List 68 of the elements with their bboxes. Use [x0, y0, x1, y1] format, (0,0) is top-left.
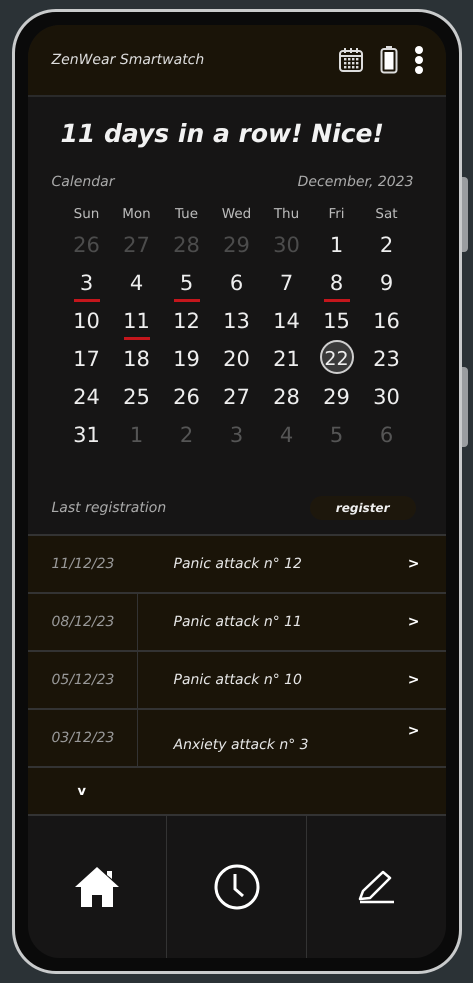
- expand-row[interactable]: v: [28, 768, 446, 816]
- chevron-icon: >: [408, 672, 446, 688]
- calendar-day[interactable]: 21: [270, 344, 304, 374]
- weekday-label: Wed: [220, 206, 252, 222]
- calendar-day[interactable]: 10: [70, 306, 104, 336]
- registration-row[interactable]: 08/12/23 Panic attack n° 11 >: [28, 594, 446, 652]
- calendar-day[interactable]: 5: [170, 268, 204, 298]
- calendar-day[interactable]: 11: [120, 306, 154, 336]
- registration-title: Panic attack n° 10: [172, 672, 303, 688]
- registration-row[interactable]: 03/12/23 Anxiety attack n° 3 >: [28, 710, 446, 768]
- streak-headline: 11 days in a row! Nice!: [60, 119, 385, 148]
- weekday-label: Fri: [327, 206, 346, 222]
- calendar-day[interactable]: 3: [70, 268, 104, 298]
- registration-row[interactable]: 05/12/23 Panic attack n° 10 >: [28, 652, 446, 710]
- battery-icon[interactable]: [380, 46, 398, 74]
- calendar-day[interactable]: 2: [370, 230, 404, 260]
- calendar-day[interactable]: 22: [320, 340, 354, 374]
- calendar-day[interactable]: 18: [120, 344, 154, 374]
- calendar-day[interactable]: 4: [120, 268, 154, 298]
- calendar-day[interactable]: 14: [270, 306, 304, 336]
- calendar-day[interactable]: 30: [370, 382, 404, 412]
- calendar-day[interactable]: 23: [370, 344, 404, 374]
- section-label: Last registration: [52, 500, 166, 516]
- chevron-icon: >: [408, 723, 446, 753]
- more-icon[interactable]: [414, 45, 424, 75]
- weekday-label: Thu: [272, 206, 300, 222]
- home-icon: [74, 865, 120, 909]
- calendar-icon[interactable]: [338, 47, 364, 73]
- calendar-day[interactable]: 6: [220, 268, 254, 298]
- chevron-icon: >: [408, 556, 446, 572]
- weekday-label: Mon: [121, 206, 152, 222]
- calendar-day[interactable]: 16: [370, 306, 404, 336]
- calendar-day[interactable]: 8: [320, 268, 354, 298]
- calendar-day[interactable]: 31: [70, 420, 104, 450]
- registration-row[interactable]: 11/12/23 Panic attack n° 12 >: [28, 536, 446, 594]
- register-button[interactable]: register: [310, 496, 416, 520]
- weekday-label: Sun: [72, 206, 100, 222]
- registration-title: Anxiety attack n° 3: [172, 736, 310, 753]
- calendar-day[interactable]: 12: [170, 306, 204, 336]
- app-title: ZenWear Smartwatch: [52, 52, 206, 68]
- calendar-day[interactable]: 26: [170, 382, 204, 412]
- calendar-day[interactable]: 9: [370, 268, 404, 298]
- calendar-day[interactable]: 27: [220, 382, 254, 412]
- calendar-day[interactable]: 17: [70, 344, 104, 374]
- calendar-day[interactable]: 25: [120, 382, 154, 412]
- month-label: December, 2023: [298, 174, 414, 190]
- chevron-icon: >: [408, 614, 446, 630]
- registration-title: Panic attack n° 12: [172, 556, 303, 572]
- calendar-day[interactable]: 19: [170, 344, 204, 374]
- expand-icon: v: [78, 784, 86, 798]
- calendar-day[interactable]: 28: [270, 382, 304, 412]
- calendar-day[interactable]: 24: [70, 382, 104, 412]
- calendar-day[interactable]: 29: [320, 382, 354, 412]
- registration-date: 08/12/23: [28, 594, 138, 650]
- registration-date: 11/12/23: [50, 555, 116, 574]
- calendar-day[interactable]: 15: [320, 306, 354, 336]
- calendar-label: Calendar: [52, 174, 114, 190]
- registration-date: 03/12/23: [28, 710, 138, 766]
- calendar-day[interactable]: 20: [220, 344, 254, 374]
- pencil-icon: [356, 869, 396, 905]
- clock-icon: [212, 863, 260, 911]
- weekday-label: Tue: [174, 206, 200, 222]
- calendar-day[interactable]: 13: [220, 306, 254, 336]
- registration-title: Panic attack n° 11: [172, 614, 303, 630]
- registration-date: 05/12/23: [28, 652, 138, 708]
- weekday-label: Sat: [374, 206, 399, 222]
- calendar-day[interactable]: 7: [270, 268, 304, 298]
- calendar-day[interactable]: 1: [320, 230, 354, 260]
